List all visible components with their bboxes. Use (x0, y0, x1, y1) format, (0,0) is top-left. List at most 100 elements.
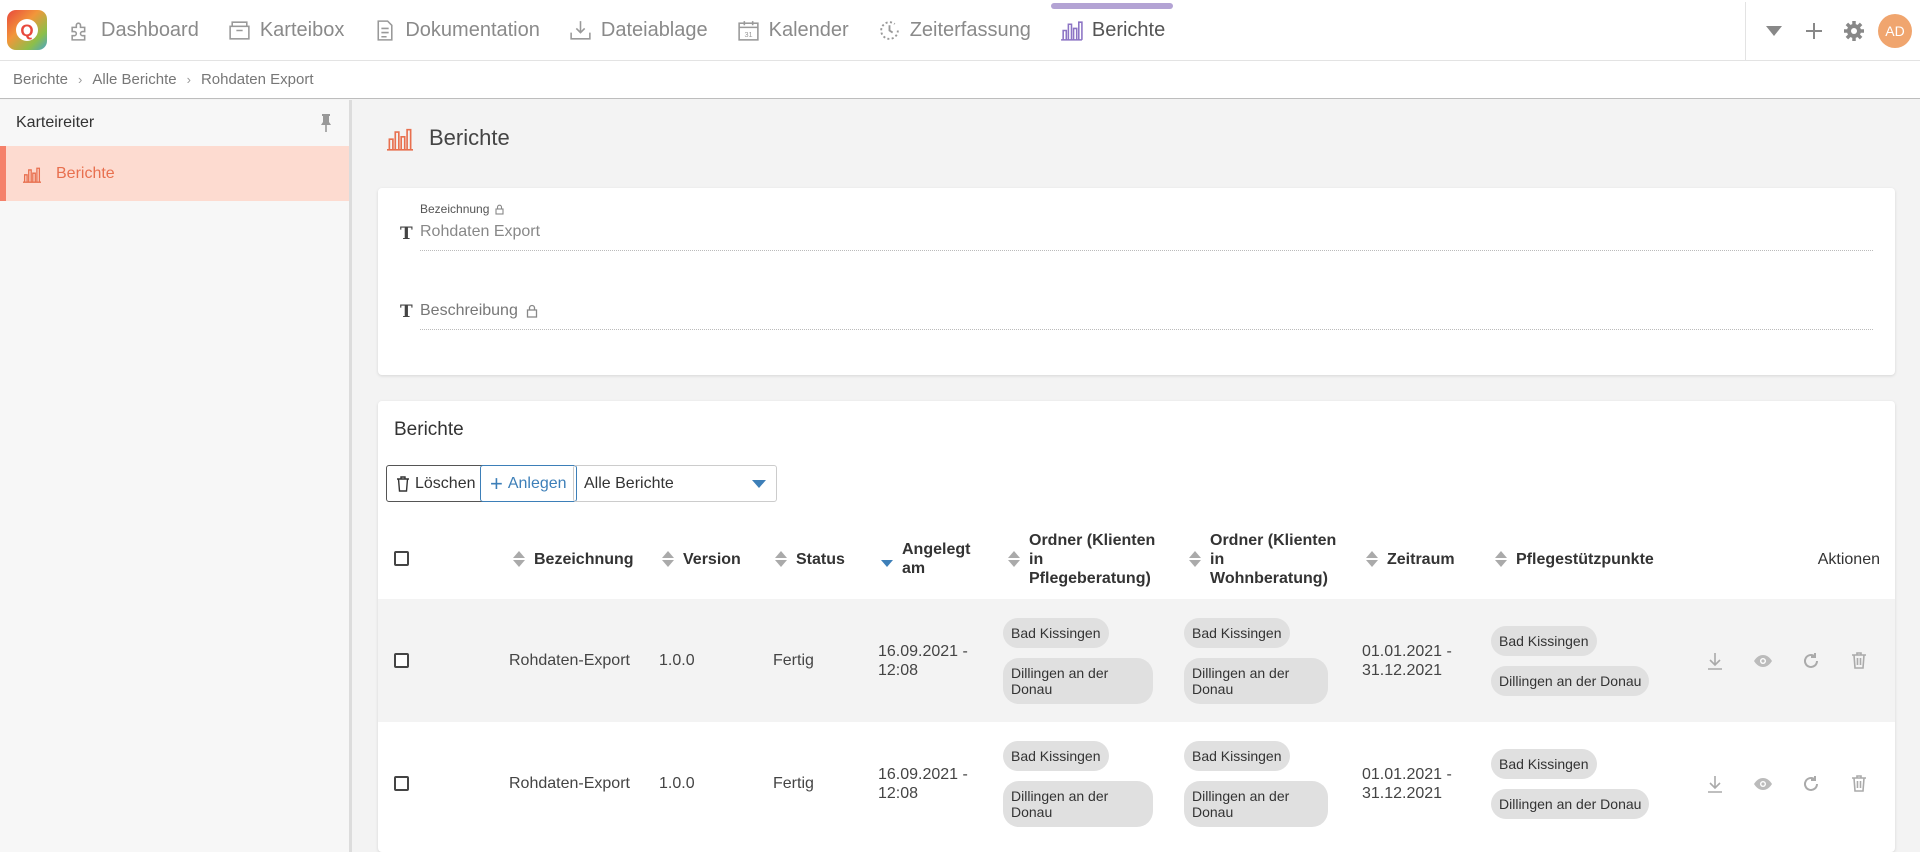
nav-label: Zeiterfassung (909, 18, 1031, 41)
column-header-version[interactable]: Version (662, 519, 741, 599)
pin-icon[interactable] (319, 113, 333, 133)
nav-label: Karteibox (259, 18, 345, 41)
dropdown-button[interactable] (1754, 11, 1794, 51)
cell-angelegt-am: 16.09.2021 -12:08 (878, 722, 968, 845)
plus-icon (1806, 22, 1822, 39)
breadcrumb: Berichte › Alle Berichte › Rohdaten Expo… (0, 61, 1920, 99)
refresh-button[interactable] (1787, 775, 1835, 793)
logo-letter-icon: Q (16, 19, 38, 41)
column-label: Pflegestützpunkte (1516, 550, 1654, 568)
download-icon (1708, 775, 1722, 793)
delete-row-button[interactable] (1835, 651, 1883, 670)
chip-line: Donau (1011, 680, 1053, 697)
chip: Dillingen an der Donau (1184, 657, 1328, 704)
sidebar-item-berichte[interactable]: Berichte (0, 146, 349, 201)
cell-ordner-pflegeberatung: Bad Kissingen Dillingen an der Donau (1003, 599, 1153, 722)
nav-item-karteibox[interactable]: Karteibox (227, 0, 345, 60)
chip-line: Dillingen an der (1192, 664, 1290, 681)
column-header-zeitraum[interactable]: Zeitraum (1366, 519, 1455, 599)
cell-pflegestuetzpunkte: Bad Kissingen Dillingen an der Donau (1491, 599, 1650, 722)
beschreibung-placeholder-text: Beschreibung (420, 302, 518, 319)
select-all-checkbox[interactable] (394, 551, 409, 566)
download-button[interactable] (1691, 651, 1739, 671)
sort-icon (1008, 551, 1020, 567)
nav-item-berichte[interactable]: Berichte (1050, 0, 1174, 60)
page-title-text: Berichte (429, 125, 510, 150)
cell-line: 16.09.2021 - (878, 765, 968, 783)
bar-chart-icon (387, 128, 413, 151)
breadcrumb-item[interactable]: Berichte (13, 71, 68, 88)
chip: Bad Kissingen (1491, 748, 1597, 779)
column-label: Bezeichnung (534, 550, 634, 568)
delete-button[interactable]: Löschen (386, 465, 486, 502)
chip: Dillingen an der Donau (1003, 657, 1153, 704)
nav-item-zeiterfassung[interactable]: Zeiterfassung (877, 0, 1031, 60)
column-header-ordner-pflegeberatung[interactable]: Ordner (Klienten in Pflegeberatung) (1008, 519, 1155, 599)
bar-chart-icon (22, 167, 41, 183)
chevron-right-icon: › (78, 72, 83, 87)
cell-zeitraum: 01.01.2021 -31.12.2021 (1362, 599, 1452, 722)
divider (1745, 1, 1746, 60)
chip-line: Dillingen an der (1192, 787, 1290, 804)
add-label: Anlegen (507, 474, 567, 492)
bar-chart-icon (1060, 20, 1083, 41)
report-filter-select[interactable]: Alle Berichte (573, 465, 777, 502)
row-actions (1691, 599, 1883, 722)
column-header-pflegestuetzpunkte[interactable]: Pflegestützpunkte (1495, 519, 1654, 599)
nav-label: Dashboard (101, 18, 199, 41)
sidebar: Karteireiter Berichte (0, 100, 352, 852)
view-button[interactable] (1739, 777, 1787, 791)
cell-status: Fertig (773, 652, 814, 669)
field-underline (420, 250, 1873, 251)
download-button[interactable] (1691, 774, 1739, 794)
beschreibung-field[interactable]: T Beschreibung (400, 298, 1873, 348)
view-button[interactable] (1739, 654, 1787, 668)
user-avatar[interactable]: AD (1878, 13, 1912, 48)
triangle-down-icon (1766, 25, 1782, 36)
cell-ordner-pflegeberatung: Bad Kissingen Dillingen an der Donau (1003, 722, 1153, 845)
trash-icon (397, 475, 409, 492)
table-title: Berichte (394, 419, 464, 440)
cell-ordner-wohnberatung: Bad Kissingen Dillingen an der Donau (1184, 599, 1328, 722)
puzzle-icon (71, 21, 86, 41)
eye-icon (1754, 777, 1772, 790)
nav-item-dashboard[interactable]: Dashboard (68, 0, 199, 60)
column-header-angelegt-am[interactable]: Angelegt am (881, 519, 970, 599)
gear-icon (1844, 20, 1864, 41)
chip: Dillingen an der Donau (1184, 780, 1328, 827)
nav-item-dokumentation[interactable]: Dokumentation (372, 0, 540, 60)
breadcrumb-item: Rohdaten Export (200, 71, 314, 88)
cell-zeitraum: 01.01.2021 -31.12.2021 (1362, 722, 1452, 845)
column-label-line: Wohnberatung) (1210, 569, 1328, 587)
chip: Bad Kissingen (1184, 740, 1290, 771)
main-nav: Dashboard Karteibox Dokumentation Dateia… (68, 0, 1193, 60)
sidebar-item-label: Berichte (56, 164, 115, 182)
column-label: Ordner (Klienten in Pflegeberatung) (1029, 531, 1155, 588)
column-header-ordner-wohnberatung[interactable]: Ordner (Klienten in Wohnberatung) (1189, 519, 1336, 599)
table-row[interactable]: Rohdaten-Export 1.0.0 Fertig 16.09.2021 … (378, 722, 1895, 845)
trash-icon (1852, 652, 1866, 669)
settings-button[interactable] (1834, 11, 1874, 51)
table-row[interactable]: Rohdaten-Export 1.0.0 Fertig 16.09.2021 … (378, 599, 1895, 722)
nav-item-kalender[interactable]: 31 Kalender (736, 0, 849, 60)
row-checkbox[interactable] (394, 653, 409, 668)
chip-line: Donau (1011, 803, 1053, 820)
page-title: Berichte (385, 125, 510, 151)
app-logo[interactable]: Q (7, 10, 47, 50)
cell-line: 01.01.2021 - (1362, 765, 1452, 783)
sort-icon (513, 551, 525, 567)
add-button[interactable] (1794, 11, 1834, 51)
column-header-bezeichnung[interactable]: Bezeichnung (513, 519, 634, 599)
sort-icon (1495, 551, 1507, 567)
row-checkbox[interactable] (394, 776, 409, 791)
bezeichnung-field[interactable]: T Bezeichnung Rohdaten Export (400, 202, 1873, 262)
column-label-line: in (1029, 550, 1044, 568)
nav-item-dateiablage[interactable]: Dateiablage (568, 0, 708, 60)
breadcrumb-item[interactable]: Alle Berichte (92, 71, 176, 88)
column-header-status[interactable]: Status (775, 519, 845, 599)
delete-row-button[interactable] (1835, 774, 1883, 793)
refresh-button[interactable] (1787, 652, 1835, 670)
add-report-button[interactable]: + Anlegen (480, 465, 577, 502)
column-label-line: Ordner (Klienten (1029, 531, 1156, 549)
chip: Bad Kissingen (1491, 625, 1597, 656)
